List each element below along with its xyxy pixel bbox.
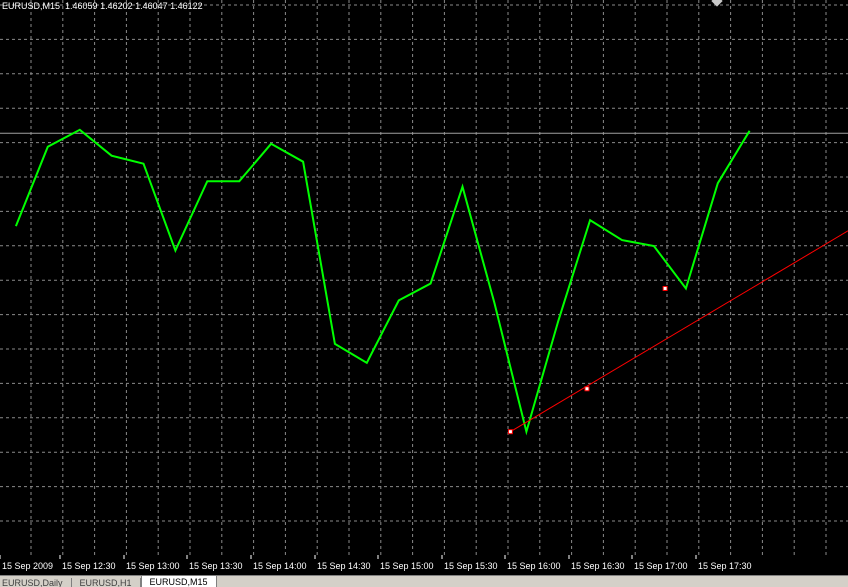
x-tick-label: 15 Sep 15:00 (380, 561, 434, 571)
x-tick-label: 15 Sep 14:30 (317, 561, 371, 571)
grid (0, 0, 848, 555)
x-tick-label: 15 Sep 17:30 (698, 561, 752, 571)
x-tick-label: 15 Sep 16:00 (507, 561, 561, 571)
trendline[interactable] (507, 230, 848, 435)
chart-header: EURUSD,M15 1.46059 1.46202 1.46047 1.461… (2, 1, 203, 11)
trendline-anchor-handle[interactable] (662, 285, 668, 291)
tab-eurusd-m15[interactable]: EURUSD,M15 (140, 576, 217, 587)
x-axis: 15 Sep 2009 15 Sep 12:30 15 Sep 13:00 15 Se… (0, 555, 752, 571)
x-tick-label: 15 Sep 13:00 (126, 561, 180, 571)
x-tick-label: 15 Sep 16:30 (571, 561, 625, 571)
chart-plot-area[interactable]: 15 Sep 2009 15 Sep 12:30 15 Sep 13:00 15 Se… (0, 0, 848, 575)
x-tick-label: 15 Sep 15:30 (444, 561, 498, 571)
tab-eurusd-daily[interactable]: EURUSD,Daily (0, 578, 72, 587)
trendline-anchor-handle[interactable] (507, 429, 513, 435)
trendline-anchor-handle[interactable] (584, 386, 590, 392)
x-tick-label: 15 Sep 2009 (2, 561, 53, 571)
ohlc-values: 1.46059 1.46202 1.46047 1.46122 (65, 1, 203, 11)
price-series (14, 128, 751, 436)
x-tick-label: 15 Sep 12:30 (62, 561, 116, 571)
x-tick-label: 15 Sep 17:00 (634, 561, 688, 571)
chart-window: 15 Sep 2009 15 Sep 12:30 15 Sep 13:00 15 Se… (0, 0, 848, 587)
x-tick-label: 15 Sep 14:00 (253, 561, 307, 571)
symbol-timeframe: EURUSD,M15 (2, 1, 61, 11)
tab-eurusd-h1[interactable]: EURUSD,H1 (72, 578, 141, 587)
chart-tab-bar: EURUSD,Daily EURUSD,H1 EURUSD,M15 (0, 575, 848, 587)
trendline-line[interactable] (510, 230, 848, 433)
x-tick-label: 15 Sep 13:30 (189, 561, 243, 571)
